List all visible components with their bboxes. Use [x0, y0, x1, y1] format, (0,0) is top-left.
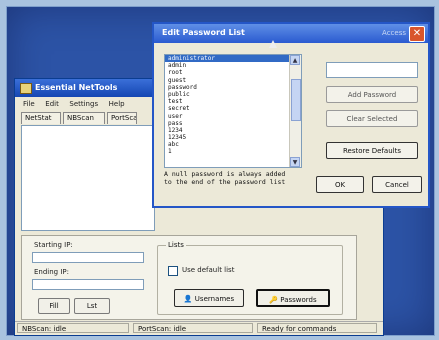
ending-ip-field[interactable]: [32, 279, 144, 290]
tab-netstat[interactable]: NetStat: [21, 112, 61, 124]
tab-nbscan[interactable]: NBScan: [63, 112, 105, 124]
password-items: administrator admin root guest password publi…: [165, 55, 301, 156]
password-list-item[interactable]: root: [165, 69, 301, 76]
password-list-item[interactable]: password: [165, 84, 301, 91]
status-nbscan: NBScan: idle: [17, 323, 129, 333]
dialog-titlebar[interactable]: Edit Password List Access ✕: [154, 24, 428, 43]
fill-button[interactable]: Fill: [38, 298, 70, 314]
password-list-item[interactable]: secret: [165, 105, 301, 112]
ending-ip-label: Ending IP:: [34, 268, 69, 276]
password-list-item[interactable]: admin: [165, 62, 301, 69]
tab-portscan[interactable]: PortScan: [107, 112, 137, 124]
cancel-button[interactable]: Cancel: [372, 176, 422, 193]
scroll-thumb[interactable]: [291, 79, 301, 121]
menu-settings[interactable]: Settings: [69, 100, 98, 108]
password-list-item[interactable]: abc: [165, 141, 301, 148]
password-list-item[interactable]: administrator: [165, 55, 301, 63]
status-portscan: PortScan: idle: [133, 323, 253, 333]
passwords-button[interactable]: 🔑 Passwords: [256, 289, 330, 307]
starting-ip-field[interactable]: [32, 252, 144, 263]
lists-group: Lists Use default list 👤 Usernames 🔑 Pas…: [157, 241, 343, 315]
menu-help[interactable]: Help: [109, 100, 125, 108]
key-icon: 🔑: [269, 296, 281, 304]
default-list-label: Use default list: [182, 266, 235, 274]
password-list-item[interactable]: 1234: [165, 127, 301, 134]
starting-ip-label: Starting IP:: [34, 241, 73, 249]
null-password-info: A null password is always added to the e…: [164, 170, 286, 186]
results-list[interactable]: [21, 125, 155, 231]
restore-defaults-button[interactable]: Restore Defaults: [326, 142, 418, 159]
passwords-button-label: Passwords: [280, 296, 317, 304]
password-list-item[interactable]: public: [165, 91, 301, 98]
mouse-cursor-icon: [269, 40, 277, 48]
list-button[interactable]: Lst: [74, 298, 110, 314]
menu-edit[interactable]: Edit: [45, 100, 59, 108]
default-list-checkbox[interactable]: [168, 266, 178, 276]
menu-file[interactable]: File: [23, 100, 35, 108]
ok-button[interactable]: OK: [316, 176, 364, 193]
password-list-item[interactable]: user: [165, 113, 301, 120]
password-list-scrollbar[interactable]: ▲ ▼: [289, 55, 301, 167]
usernames-button-label: Usernames: [194, 295, 235, 303]
status-ready: Ready for commands: [257, 323, 377, 333]
nettools-title: Essential NetTools: [35, 83, 118, 92]
status-bar: NBScan: idle PortScan: idle Ready for co…: [15, 321, 383, 335]
password-list-item[interactable]: test: [165, 98, 301, 105]
new-password-input[interactable]: [326, 62, 418, 78]
password-list-item[interactable]: guest: [165, 77, 301, 84]
scan-panel: Starting IP: Ending IP: Fill Lst Lists U…: [21, 235, 357, 320]
lists-group-label: Lists: [166, 241, 186, 249]
user-icon: 👤: [183, 295, 195, 303]
close-icon[interactable]: ✕: [409, 26, 425, 42]
add-password-button[interactable]: Add Password: [326, 86, 418, 103]
dialog-hint: Access: [382, 29, 406, 37]
scroll-down-icon[interactable]: ▼: [290, 157, 300, 167]
password-list-item[interactable]: pass: [165, 120, 301, 127]
password-list-item[interactable]: 1: [165, 148, 301, 155]
app-icon: [20, 83, 32, 94]
edit-password-dialog: Edit Password List Access ✕ administrato…: [152, 22, 430, 208]
password-list-item[interactable]: 12345: [165, 134, 301, 141]
scroll-up-icon[interactable]: ▲: [290, 55, 300, 65]
password-list[interactable]: administrator admin root guest password publi…: [164, 54, 302, 168]
clear-selected-button[interactable]: Clear Selected: [326, 110, 418, 127]
dialog-title: Edit Password List: [162, 28, 245, 37]
usernames-button[interactable]: 👤 Usernames: [174, 289, 244, 307]
